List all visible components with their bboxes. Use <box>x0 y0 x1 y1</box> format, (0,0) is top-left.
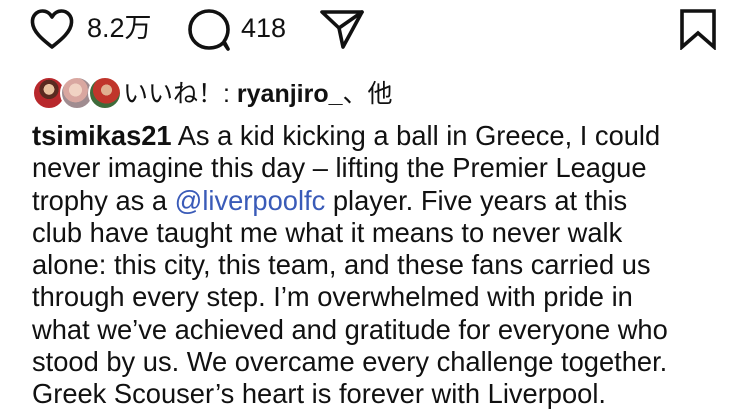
heart-icon[interactable] <box>29 8 75 50</box>
caption-line-4: club have taught me what it means to nev… <box>32 216 623 248</box>
caption-line-3: trophy as a @liverpoolfc player. Five ye… <box>32 185 722 217</box>
caption-line-7: what we’ve achieved and gratitude for ev… <box>32 313 668 345</box>
caption-line-6: through every step. I’m overwhelmed with… <box>32 281 633 313</box>
mention-link[interactable]: @liverpoolfc <box>175 185 326 216</box>
liked-by-prefix: いいね！: <box>123 80 237 108</box>
caption-text: As a kid kicking a ball in Greece, I cou… <box>171 120 661 151</box>
post-caption: tsimikas21 As a kid kicking a ball in Gr… <box>32 120 722 411</box>
liked-by-row[interactable]: いいね！: ryanjiro_、他 <box>32 76 732 114</box>
liked-by-suffix[interactable]: 、他 <box>343 80 393 108</box>
liked-by-text: いいね！: ryanjiro_、他 <box>123 76 393 112</box>
share-icon[interactable] <box>319 8 365 50</box>
comment-count[interactable]: 418 <box>241 12 286 44</box>
caption-line-9: Greek Scouser’s heart is forever with Li… <box>32 378 606 410</box>
caption-line-5: alone: this city, this team, and these f… <box>32 249 651 281</box>
liked-by-username[interactable]: ryanjiro_ <box>237 80 343 108</box>
caption-text: player. Five years at this <box>325 184 628 216</box>
caption-text: trophy as a <box>32 184 175 216</box>
liker-avatar-3[interactable] <box>88 76 122 110</box>
caption-username[interactable]: tsimikas21 <box>32 120 172 151</box>
like-count[interactable]: 8.2万 <box>87 12 152 44</box>
comment-icon[interactable] <box>186 8 232 52</box>
caption-line-1: tsimikas21 As a kid kicking a ball in Gr… <box>32 120 722 152</box>
caption-line-2: never imagine this day – lifting the Pre… <box>32 152 647 184</box>
bookmark-icon[interactable] <box>678 8 718 50</box>
post-action-bar: 8.2万 418 <box>0 0 750 60</box>
caption-line-8: stood by us. We overcame every challenge… <box>32 346 668 378</box>
